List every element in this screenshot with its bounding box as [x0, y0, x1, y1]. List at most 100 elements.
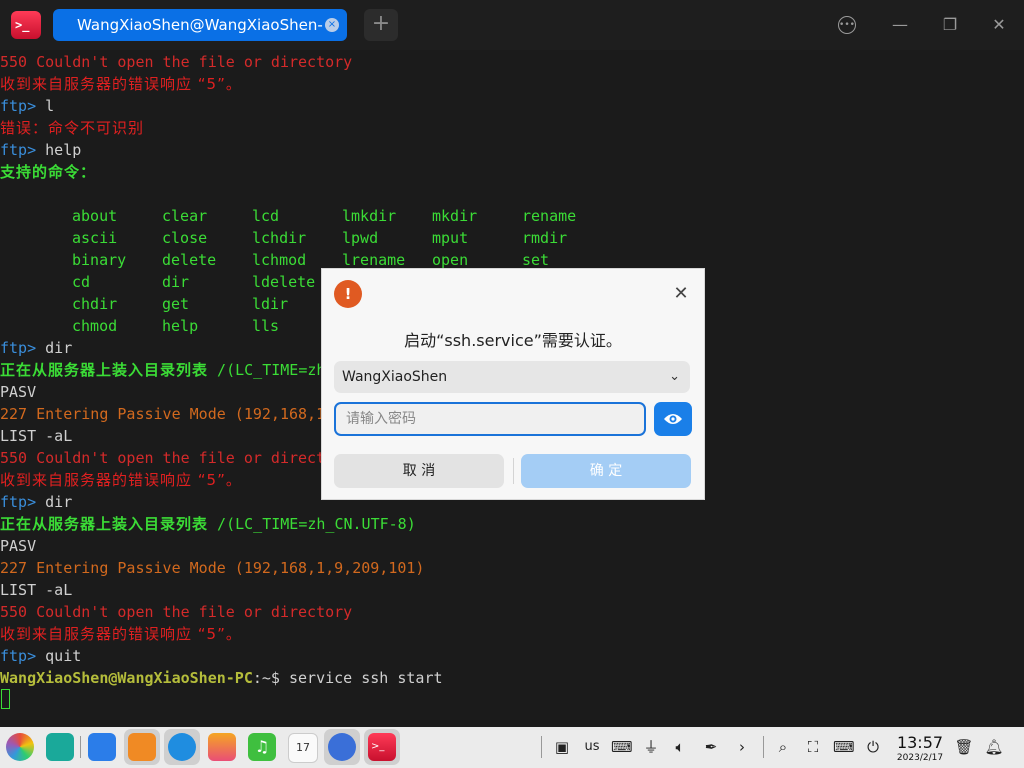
shell-prompt-line: WangXiaoShen@WangXiaoShen-PC:~$ service …: [0, 667, 443, 689]
terminal-line: LIST -aL: [0, 581, 73, 599]
terminal-line: PASV: [0, 383, 37, 401]
command-item: lchdir: [252, 229, 307, 247]
password-field[interactable]: [334, 402, 646, 436]
keyboard-layout-indicator[interactable]: us: [580, 736, 604, 758]
search-icon[interactable]: ⌕: [773, 736, 793, 758]
command-item: binary: [72, 251, 127, 269]
user-select[interactable]: WangXiaoShen ⌄: [334, 361, 690, 393]
ftp-prompt: ftp>: [0, 141, 37, 159]
shell-command: service ssh start: [279, 669, 443, 687]
command-item: dir: [162, 273, 190, 291]
command-item: mkdir: [432, 207, 478, 225]
menu-icon[interactable]: •••: [838, 16, 856, 34]
command-item: cd: [72, 273, 91, 291]
clock-time[interactable]: 13:57: [896, 733, 944, 752]
tab-close-icon[interactable]: ×: [325, 18, 339, 32]
terminal-line: ftp> dir: [0, 337, 72, 359]
pen-icon[interactable]: ✒: [701, 736, 721, 758]
command-item: lpwd: [342, 229, 379, 247]
screenshot-tray-icon[interactable]: ▣: [552, 736, 572, 758]
chevron-right-icon[interactable]: ›: [732, 736, 752, 758]
line-text: 正在从服务器上装入目录列表: [0, 515, 209, 533]
dialog-title: 启动“ssh.service”需要认证。: [404, 331, 622, 350]
calendar-icon[interactable]: 17: [288, 733, 318, 763]
command-item: rmdir: [522, 229, 568, 247]
terminal-line: ftp> help: [0, 139, 81, 161]
music-icon[interactable]: ♫: [248, 733, 276, 761]
keyboard-icon[interactable]: ⌨: [611, 736, 633, 758]
eye-icon: [664, 414, 682, 424]
dock-separator: [541, 736, 542, 758]
show-password-button[interactable]: [654, 402, 692, 436]
command-item: chmod: [72, 317, 118, 335]
terminal-line: PASV: [0, 537, 37, 555]
ftp-prompt: ftp>: [0, 647, 37, 665]
terminal-app-icon[interactable]: >_: [11, 11, 41, 39]
command-item: lchmod: [252, 251, 307, 269]
ftp-prompt: ftp>: [0, 97, 37, 115]
clock-date[interactable]: 2023/2/17: [892, 753, 948, 763]
ftp-command: dir: [36, 493, 73, 511]
dock-separator: [80, 736, 81, 758]
launcher-icon[interactable]: [6, 733, 34, 761]
line-text: 正在从服务器上装入目录列表: [0, 361, 209, 379]
command-item: lls: [252, 317, 280, 335]
ftp-command: help: [36, 141, 82, 159]
command-item: ldir: [252, 295, 289, 313]
control-center-icon[interactable]: [328, 733, 356, 761]
cancel-button[interactable]: 取 消: [334, 454, 504, 488]
chevron-down-icon: ⌄: [669, 369, 680, 384]
terminal-line: ftp> dir: [0, 491, 72, 513]
power-icon[interactable]: ⏻: [863, 736, 883, 758]
minimize-button[interactable]: —: [889, 14, 911, 36]
image-viewer-icon[interactable]: [208, 733, 236, 761]
on-screen-keyboard-icon[interactable]: ⌨: [833, 736, 855, 758]
button-divider: [513, 458, 514, 484]
new-tab-button[interactable]: +: [364, 9, 398, 41]
command-item: about: [72, 207, 118, 225]
volume-icon[interactable]: 🔈︎: [670, 736, 690, 758]
terminal-line: 错误：命令不可识别: [0, 119, 145, 137]
terminal-line: LIST -aL: [0, 427, 73, 445]
ftp-prompt: ftp>: [0, 339, 37, 357]
dock: ♫ 17 >_ ▣ us ⌨ ⏚ 🔈︎ ✒ › ⌕ ⛶ ⌨ ⏻ 13:57 20…: [0, 727, 1024, 768]
shell-user: WangXiaoShen@WangXiaoShen-PC: [0, 669, 253, 687]
command-item: close: [162, 229, 208, 247]
auth-dialog: ! ✕ 启动“ssh.service”需要认证。 WangXiaoShen ⌄ …: [321, 268, 705, 500]
ftp-command: l: [36, 97, 55, 115]
terminal-line: 550 Couldn't open the file or directory: [0, 53, 353, 71]
maximize-button[interactable]: ❐: [939, 14, 961, 36]
terminal-line: 550 Couldn't open the file or directory: [0, 449, 353, 467]
dialog-close-button[interactable]: ✕: [672, 285, 690, 303]
command-item: help: [162, 317, 199, 335]
tab-terminal[interactable]: WangXiaoShen@WangXiaoShen-PC: ~ ×: [53, 9, 347, 66]
password-input[interactable]: [336, 404, 638, 434]
dock-separator: [763, 736, 764, 758]
file-manager-icon[interactable]: [88, 733, 116, 761]
terminal-line: 550 Couldn't open the file or directory: [0, 603, 353, 621]
command-item: delete: [162, 251, 217, 269]
close-button[interactable]: ✕: [988, 14, 1010, 36]
confirm-button[interactable]: 确 定: [521, 454, 691, 488]
terminal-line: 收到来自服务器的错误响应 “5”。: [0, 625, 242, 643]
terminal-line: 227 Entering Passive Mode (192,168,1,9,2…: [0, 559, 425, 577]
terminal-line: 收到来自服务器的错误响应 “5”。: [0, 75, 242, 93]
command-item: rename: [522, 207, 577, 225]
user-select-value: WangXiaoShen: [342, 369, 448, 385]
usb-icon[interactable]: ⏚: [641, 736, 661, 758]
command-item: ascii: [72, 229, 118, 247]
app-store-icon[interactable]: [128, 733, 156, 761]
ftp-prompt: ftp>: [0, 493, 37, 511]
terminal-line: 支持的命令：: [0, 163, 97, 181]
ftp-command: dir: [36, 339, 73, 357]
command-item: mput: [432, 229, 469, 247]
notification-bell-icon[interactable]: 🔔︎: [984, 736, 1004, 758]
browser-icon[interactable]: [168, 733, 196, 761]
terminal-dock-icon[interactable]: >_: [368, 733, 396, 761]
command-item: clear: [162, 207, 208, 225]
terminal-line: ftp> l: [0, 95, 54, 117]
trash-icon[interactable]: 🗑︎: [954, 736, 974, 758]
title-bar: >_ WangXiaoShen@WangXiaoShen-PC: ~ × + •…: [0, 0, 1024, 66]
multitask-view-icon[interactable]: [46, 733, 74, 761]
screenshot-icon[interactable]: ⛶: [803, 736, 823, 758]
